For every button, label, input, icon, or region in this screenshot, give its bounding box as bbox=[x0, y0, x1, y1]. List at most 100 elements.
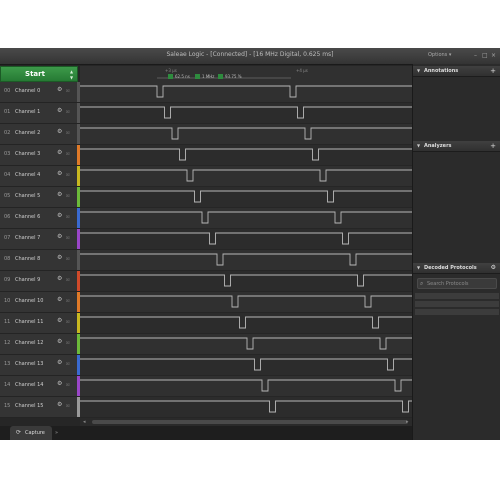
channel-name[interactable]: Channel 13 bbox=[15, 361, 43, 367]
channel-settings-icon[interactable]: ⚙ bbox=[57, 213, 62, 219]
waveform-lane bbox=[80, 229, 412, 249]
channel-row[interactable]: 06 Channel 6 ⚙ ☒ bbox=[0, 208, 80, 229]
channel-name[interactable]: Channel 3 bbox=[15, 151, 40, 157]
channel-name[interactable]: Channel 5 bbox=[15, 193, 40, 199]
waveform-lane bbox=[80, 124, 412, 144]
scroll-right-icon[interactable]: ▸ bbox=[406, 418, 409, 426]
trigger-icon[interactable]: ☒ bbox=[66, 88, 70, 93]
scrollbar-thumb[interactable] bbox=[92, 420, 408, 424]
trigger-icon[interactable]: ☒ bbox=[66, 151, 70, 156]
channel-settings-icon[interactable]: ⚙ bbox=[57, 402, 62, 408]
trigger-icon[interactable]: ☒ bbox=[66, 403, 70, 408]
title-bar: Saleae Logic - [Connected] - [16 MHz Dig… bbox=[0, 48, 500, 65]
trigger-icon[interactable]: ☒ bbox=[66, 256, 70, 261]
channel-settings-icon[interactable]: ⚙ bbox=[57, 150, 62, 156]
channel-number: 02 bbox=[4, 130, 11, 136]
analyzers-header[interactable]: ▼ Analyzers + bbox=[413, 141, 500, 152]
search-icon: ⌕ bbox=[420, 280, 424, 287]
channel-settings-icon[interactable]: ⚙ bbox=[57, 234, 62, 240]
channel-settings-icon[interactable]: ⚙ bbox=[57, 171, 62, 177]
tab-capture[interactable]: ⟳ Capture bbox=[10, 426, 52, 440]
minimize-icon[interactable]: – bbox=[474, 52, 477, 59]
scroll-left-icon[interactable]: ◂ bbox=[83, 418, 86, 426]
channel-row[interactable]: 07 Channel 7 ⚙ ☒ bbox=[0, 229, 80, 250]
trigger-icon[interactable]: ☒ bbox=[66, 277, 70, 282]
channel-row[interactable]: 05 Channel 5 ⚙ ☒ bbox=[0, 187, 80, 208]
channel-settings-icon[interactable]: ⚙ bbox=[57, 318, 62, 324]
protocol-search-input[interactable] bbox=[427, 280, 495, 287]
trigger-icon[interactable]: ☒ bbox=[66, 382, 70, 387]
channel-name[interactable]: Channel 6 bbox=[15, 214, 40, 220]
arrow-down-icon[interactable]: ▼ bbox=[70, 76, 73, 80]
start-button[interactable]: Start ▲ ▼ bbox=[0, 66, 78, 82]
trigger-icon[interactable]: ☒ bbox=[66, 130, 70, 135]
channel-name[interactable]: Channel 9 bbox=[15, 277, 40, 283]
collapse-icon[interactable]: ▼ bbox=[417, 143, 420, 148]
channel-row[interactable]: 14 Channel 14 ⚙ ☒ bbox=[0, 376, 80, 397]
channel-row[interactable]: 13 Channel 13 ⚙ ☒ bbox=[0, 355, 80, 376]
timeline-ruler[interactable]: +3 μs +4 μs 62.5 ns 1 MHz 93.75 % bbox=[80, 66, 412, 83]
time-tick-label: +4 μs bbox=[296, 68, 308, 73]
trigger-icon[interactable]: ☒ bbox=[66, 109, 70, 114]
channel-name[interactable]: Channel 0 bbox=[15, 88, 40, 94]
tab-overflow-icon[interactable]: » bbox=[55, 430, 58, 436]
channel-name[interactable]: Channel 11 bbox=[15, 319, 43, 325]
channel-settings-icon[interactable]: ⚙ bbox=[57, 129, 62, 135]
options-menu[interactable]: Options ▾ bbox=[428, 52, 451, 58]
channel-row[interactable]: 11 Channel 11 ⚙ ☒ bbox=[0, 313, 80, 334]
channel-row[interactable]: 01 Channel 1 ⚙ ☒ bbox=[0, 103, 80, 124]
channel-settings-icon[interactable]: ⚙ bbox=[57, 192, 62, 198]
collapse-icon[interactable]: ▼ bbox=[417, 68, 420, 73]
channel-name[interactable]: Channel 8 bbox=[15, 256, 40, 262]
channel-row[interactable]: 09 Channel 9 ⚙ ☒ bbox=[0, 271, 80, 292]
close-icon[interactable]: × bbox=[491, 52, 496, 59]
maximize-icon[interactable]: □ bbox=[482, 52, 488, 59]
channel-name[interactable]: Channel 10 bbox=[15, 298, 43, 304]
trigger-icon[interactable]: ☒ bbox=[66, 172, 70, 177]
channel-name[interactable]: Channel 1 bbox=[15, 109, 40, 115]
channel-name[interactable]: Channel 2 bbox=[15, 130, 40, 136]
add-analyzer-icon[interactable]: + bbox=[490, 141, 496, 151]
channel-name[interactable]: Channel 15 bbox=[15, 403, 43, 409]
measure-frequency-icon bbox=[195, 74, 200, 79]
channel-settings-icon[interactable]: ⚙ bbox=[57, 255, 62, 261]
waveform-area[interactable] bbox=[80, 82, 412, 418]
channel-settings-icon[interactable]: ⚙ bbox=[57, 339, 62, 345]
channel-name[interactable]: Channel 12 bbox=[15, 340, 43, 346]
channel-number: 07 bbox=[4, 235, 11, 241]
arrow-up-icon[interactable]: ▲ bbox=[70, 70, 73, 74]
channel-settings-icon[interactable]: ⚙ bbox=[57, 297, 62, 303]
trigger-icon[interactable]: ☒ bbox=[66, 319, 70, 324]
channel-row[interactable]: 04 Channel 4 ⚙ ☒ bbox=[0, 166, 80, 187]
channel-row[interactable]: 08 Channel 8 ⚙ ☒ bbox=[0, 250, 80, 271]
trigger-icon[interactable]: ☒ bbox=[66, 235, 70, 240]
trigger-icon[interactable]: ☒ bbox=[66, 298, 70, 303]
decoded-protocols-title: Decoded Protocols bbox=[424, 265, 477, 271]
channel-number: 00 bbox=[4, 88, 11, 94]
channel-settings-icon[interactable]: ⚙ bbox=[57, 381, 62, 387]
trigger-icon[interactable]: ☒ bbox=[66, 340, 70, 345]
channel-row[interactable]: 15 Channel 15 ⚙ ☒ bbox=[0, 397, 80, 418]
channel-row[interactable]: 00 Channel 0 ⚙ ☒ bbox=[0, 82, 80, 103]
trigger-icon[interactable]: ☒ bbox=[66, 214, 70, 219]
channel-name[interactable]: Channel 14 bbox=[15, 382, 43, 388]
horizontal-scrollbar[interactable]: ◂ ▸ bbox=[80, 418, 412, 426]
channel-name[interactable]: Channel 4 bbox=[15, 172, 40, 178]
channel-row[interactable]: 10 Channel 10 ⚙ ☒ bbox=[0, 292, 80, 313]
channel-settings-icon[interactable]: ⚙ bbox=[57, 360, 62, 366]
decoded-protocols-header[interactable]: ▼ Decoded Protocols ⚙ bbox=[413, 263, 500, 274]
channel-settings-icon[interactable]: ⚙ bbox=[57, 276, 62, 282]
channel-settings-icon[interactable]: ⚙ bbox=[57, 87, 62, 93]
channel-row[interactable]: 02 Channel 2 ⚙ ☒ bbox=[0, 124, 80, 145]
channel-row[interactable]: 12 Channel 12 ⚙ ☒ bbox=[0, 334, 80, 355]
channel-row[interactable]: 03 Channel 3 ⚙ ☒ bbox=[0, 145, 80, 166]
annotations-title: Annotations bbox=[424, 68, 459, 74]
trigger-icon[interactable]: ☒ bbox=[66, 361, 70, 366]
channel-settings-icon[interactable]: ⚙ bbox=[57, 108, 62, 114]
add-annotation-icon[interactable]: + bbox=[490, 66, 496, 76]
settings-gear-icon[interactable]: ⚙ bbox=[491, 263, 496, 273]
trigger-icon[interactable]: ☒ bbox=[66, 193, 70, 198]
collapse-icon[interactable]: ▼ bbox=[417, 265, 420, 270]
channel-name[interactable]: Channel 7 bbox=[15, 235, 40, 241]
annotations-header[interactable]: ▼ Annotations + bbox=[413, 66, 500, 77]
